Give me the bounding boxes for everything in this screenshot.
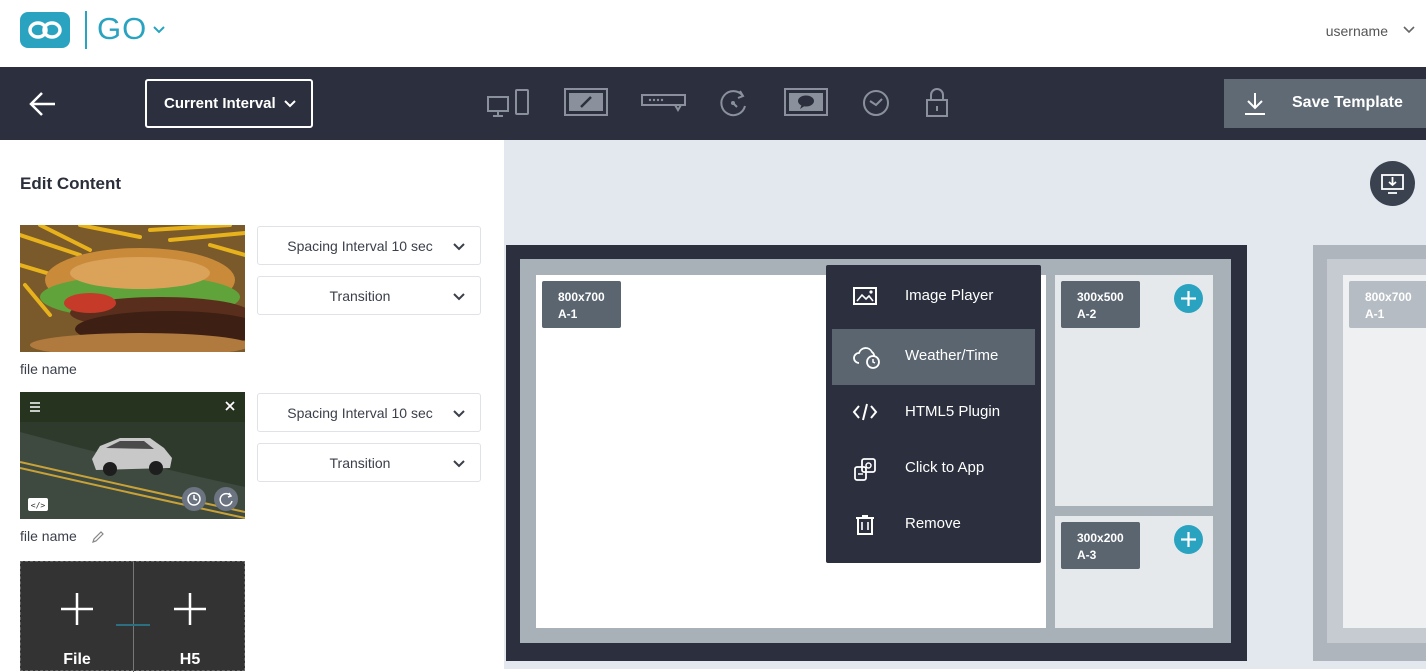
plus-icon: [1181, 532, 1196, 547]
zone-id: A-1: [1365, 307, 1385, 321]
clock-icon[interactable]: [861, 87, 891, 117]
screen-layout-preview: 800x700 A-1: [1327, 259, 1426, 643]
zone-a2-tag: 300x500 A-2: [1061, 281, 1140, 328]
logo[interactable]: [20, 12, 70, 48]
transition-select-1[interactable]: Transition: [257, 276, 481, 315]
import-button[interactable]: [1370, 161, 1415, 206]
add-content-tiles: File H5: [20, 561, 246, 672]
interval-label: Current Interval: [164, 95, 276, 112]
zone-a1-preview[interactable]: 800x700 A-1: [1343, 275, 1426, 628]
zone-size: 800x700: [558, 290, 605, 304]
pencil-icon[interactable]: [91, 530, 105, 544]
chevron-down-icon: [453, 243, 465, 251]
rotate-icon[interactable]: [716, 87, 750, 121]
chevron-down-icon[interactable]: [152, 25, 166, 35]
interval-dropdown[interactable]: Current Interval: [145, 79, 313, 128]
zone-size: 300x500: [1077, 290, 1124, 304]
weather-time-icon: [853, 347, 880, 369]
html5-code-badge-icon: </>: [28, 498, 48, 511]
username[interactable]: username: [1326, 23, 1388, 39]
zone-a1-tag: 800x700 A-1: [542, 281, 621, 328]
zone-a2[interactable]: 300x500 A-2: [1055, 275, 1213, 506]
monitor-download-icon: [1381, 174, 1404, 194]
template-canvas: 800x700 A-1 300x500 A-2 300x200 A-3 Imag…: [504, 140, 1426, 669]
menu-item-weather-time[interactable]: Weather/Time: [832, 329, 1035, 385]
menu-item-label: Remove: [905, 515, 961, 532]
close-icon[interactable]: [224, 400, 236, 412]
menu-item-label: Image Player: [905, 287, 994, 304]
save-template-label: Save Template: [1292, 94, 1403, 111]
brand-name[interactable]: GO: [97, 11, 147, 47]
logo-divider: [85, 11, 87, 49]
content-thumbnail-car[interactable]: </>: [20, 392, 245, 519]
menu-icon[interactable]: [29, 401, 41, 413]
ticker-icon[interactable]: [641, 87, 687, 117]
template-screen: 800x700 A-1 300x500 A-2 300x200 A-3 Imag…: [506, 245, 1247, 661]
comment-frame-icon[interactable]: [784, 87, 828, 117]
clock-badge-icon[interactable]: [182, 487, 206, 511]
edit-content-panel: Edit Content Spacing Interval 10 sec Tra: [0, 140, 504, 672]
plus-icon: [174, 593, 206, 625]
save-template-button[interactable]: Save Template: [1224, 79, 1426, 128]
transition-value: Transition: [329, 287, 391, 304]
menu-item-click-to-app[interactable]: Click to App: [832, 441, 1035, 497]
download-icon: [1245, 93, 1265, 115]
spacing-interval-value: Spacing Interval 10 sec: [287, 237, 433, 254]
zone-id: A-3: [1077, 548, 1097, 562]
lock-icon[interactable]: [924, 87, 950, 119]
click-app-icon: [854, 458, 876, 481]
file-name-2[interactable]: file name: [20, 528, 77, 544]
back-arrow-icon[interactable]: [28, 90, 58, 118]
zone-a3-tag: 300x200 A-3: [1061, 522, 1140, 569]
zone-id: A-1: [558, 307, 578, 321]
zone-a1-preview-tag: 800x700 A-1: [1349, 281, 1426, 328]
chevron-down-icon: [284, 100, 296, 108]
trash-icon: [856, 515, 874, 535]
add-to-zone-button[interactable]: [1174, 525, 1203, 554]
devices-icon[interactable]: [486, 87, 532, 119]
edit-frame-icon[interactable]: [564, 87, 608, 117]
rotate-badge-icon[interactable]: [214, 487, 238, 511]
user-chevron-down-icon[interactable]: [1402, 25, 1416, 35]
toolbar: Current Interval Save Template: [0, 67, 1426, 140]
content-thumbnail-burger[interactable]: [20, 225, 245, 352]
chevron-down-icon: [453, 410, 465, 418]
top-header: GO username: [0, 0, 1426, 67]
spacing-interval-select-2[interactable]: Spacing Interval 10 sec: [257, 393, 481, 432]
chevron-down-icon: [453, 293, 465, 301]
menu-item-image-player[interactable]: Image Player: [832, 269, 1035, 325]
chevron-down-icon: [453, 460, 465, 468]
plus-icon: [61, 593, 93, 625]
zone-size: 800x700: [1365, 290, 1412, 304]
infinity-logo-icon: [28, 21, 62, 39]
file-name-1: file name: [20, 361, 77, 377]
add-h5-button[interactable]: H5: [134, 562, 246, 672]
menu-item-remove[interactable]: Remove: [832, 497, 1035, 553]
add-file-label: File: [63, 651, 91, 668]
code-icon: [852, 403, 878, 421]
menu-item-label: Weather/Time: [905, 347, 999, 364]
template-screen-preview[interactable]: 800x700 A-1: [1313, 245, 1426, 661]
panel-title: Edit Content: [20, 174, 122, 193]
zone-context-menu: Image Player Weather/Time HTML5 Plugin C…: [826, 265, 1041, 563]
transition-select-2[interactable]: Transition: [257, 443, 481, 482]
burger-image: [20, 225, 245, 352]
zone-size: 300x200: [1077, 531, 1124, 545]
add-to-zone-button[interactable]: [1174, 284, 1203, 313]
zone-id: A-2: [1077, 307, 1097, 321]
transition-value: Transition: [329, 454, 391, 471]
spacing-interval-select-1[interactable]: Spacing Interval 10 sec: [257, 226, 481, 265]
menu-item-label: Click to App: [905, 459, 985, 476]
add-file-button[interactable]: File: [21, 562, 133, 672]
add-h5-label: H5: [179, 651, 201, 668]
screen-layout: 800x700 A-1 300x500 A-2 300x200 A-3 Imag…: [520, 259, 1231, 643]
car-image: [20, 392, 245, 519]
image-icon: [853, 287, 877, 305]
svg-text:</>: </>: [31, 501, 46, 510]
zone-a3[interactable]: 300x200 A-3: [1055, 516, 1213, 628]
menu-item-label: HTML5 Plugin: [905, 403, 1001, 420]
menu-item-html5-plugin[interactable]: HTML5 Plugin: [832, 385, 1035, 441]
spacing-interval-value: Spacing Interval 10 sec: [287, 404, 433, 421]
plus-icon: [1181, 291, 1196, 306]
